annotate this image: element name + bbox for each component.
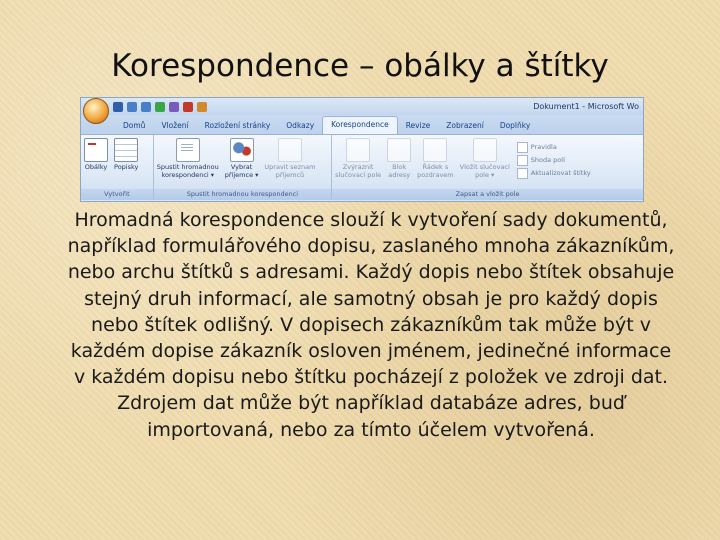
select-recipients-line2: příjemce ▾ xyxy=(224,170,259,179)
edit-list-line2: příjemců xyxy=(275,170,305,179)
highlight-icon xyxy=(346,138,371,162)
tab-korespondence[interactable]: Korespondence xyxy=(322,116,398,134)
address-block-line2: adresy xyxy=(388,170,411,179)
window-title: Dokument1 - Microsoft Wo xyxy=(533,102,639,111)
ribbon-body: Obálky Popisky Vytvořit Spustit hromadno… xyxy=(81,134,643,200)
tab-vlozeni[interactable]: Vložení xyxy=(153,118,196,134)
tab-odkazy[interactable]: Odkazy xyxy=(278,118,322,134)
tab-doplnky[interactable]: Doplňky xyxy=(492,118,538,134)
recipients-icon xyxy=(229,138,254,162)
greeting-icon xyxy=(423,138,448,162)
run-icon[interactable] xyxy=(155,101,165,112)
greeting-line2: pozdravem xyxy=(417,170,454,179)
start-merge-line2: korespondenci ▾ xyxy=(161,170,215,179)
insert-field-icon xyxy=(472,138,497,162)
address-block-icon xyxy=(387,138,412,162)
highlight-merge-fields-button[interactable]: Zvýraznit slučovací pole xyxy=(332,138,384,179)
group-label-create: Vytvořit xyxy=(81,189,153,200)
ribbon-screenshot: Dokument1 - Microsoft Wo Domů Vložení Ro… xyxy=(80,97,644,202)
envelopes-label: Obálky xyxy=(84,163,108,171)
rules-icon xyxy=(516,142,528,153)
group-label-start-merge: Spustit hromadnou korespondenci xyxy=(153,189,332,200)
body-paragraph: Hromadná korespondence slouží k vytvořen… xyxy=(67,209,675,441)
update-labels-icon xyxy=(516,168,528,179)
group-label-write-insert: Zapsat a vložit pole xyxy=(332,189,643,200)
tab-zobrazeni[interactable]: Zobrazení xyxy=(438,118,492,134)
group-create: Obálky Popisky Vytvořit xyxy=(81,135,154,200)
start-mail-merge-button[interactable]: Spustit hromadnou korespondenci ▾ xyxy=(154,138,222,179)
address-block-button[interactable]: Blok adresy xyxy=(384,138,414,179)
quick-access-toolbar: Dokument1 - Microsoft Wo xyxy=(81,98,643,124)
small-commands: Pravidla Shoda polí Aktualizovat štítky xyxy=(513,138,595,180)
greeting-line-button[interactable]: Řádek s pozdravem xyxy=(414,138,456,179)
highlight-line2: slučovací pole xyxy=(335,170,382,179)
qat-tool-icon-3[interactable] xyxy=(197,101,207,112)
ribbon-tabs: Domů Vložení Rozložení stránky Odkazy Ko… xyxy=(81,115,643,134)
labels-label: Popisky xyxy=(114,163,139,171)
envelope-icon xyxy=(84,138,108,162)
slide-title: Korespondence – obálky a štítky xyxy=(111,48,609,84)
qat-tool-icon[interactable] xyxy=(169,101,179,112)
labels-icon xyxy=(114,138,139,162)
document-icon xyxy=(175,138,200,162)
rules-button[interactable]: Pravidla xyxy=(516,141,591,154)
update-labels-button[interactable]: Aktualizovat štítky xyxy=(516,167,591,180)
rules-label: Pravidla xyxy=(530,143,557,151)
match-fields-button[interactable]: Shoda polí xyxy=(516,154,591,167)
insert-merge-field-button[interactable]: Vložit slučovací pole ▾ xyxy=(457,138,513,179)
group-write-insert: Zvýraznit slučovací pole Blok adresy Řád… xyxy=(332,135,643,200)
qat-tool-icon-2[interactable] xyxy=(183,101,193,112)
tab-domu[interactable]: Domů xyxy=(115,118,153,134)
update-labels-label: Aktualizovat štítky xyxy=(530,169,591,177)
office-button-icon[interactable] xyxy=(83,98,109,124)
save-icon[interactable] xyxy=(113,101,123,112)
tab-rozlozeni-stranky[interactable]: Rozložení stránky xyxy=(197,118,279,134)
undo-icon[interactable] xyxy=(127,101,137,112)
insert-field-line2: pole ▾ xyxy=(475,170,495,179)
match-fields-icon xyxy=(516,155,528,166)
envelopes-button[interactable]: Obálky xyxy=(81,138,111,172)
redo-icon[interactable] xyxy=(141,101,151,112)
edit-recipient-list-button[interactable]: Upravit seznam příjemců xyxy=(261,138,318,179)
edit-list-icon xyxy=(277,138,302,162)
select-recipients-button[interactable]: Vybrat příjemce ▾ xyxy=(222,138,262,179)
match-fields-label: Shoda polí xyxy=(530,156,565,164)
tab-revize[interactable]: Revize xyxy=(398,118,439,134)
group-start-merge: Spustit hromadnou korespondenci ▾ Vybrat… xyxy=(153,135,333,200)
labels-button[interactable]: Popisky xyxy=(111,138,141,172)
